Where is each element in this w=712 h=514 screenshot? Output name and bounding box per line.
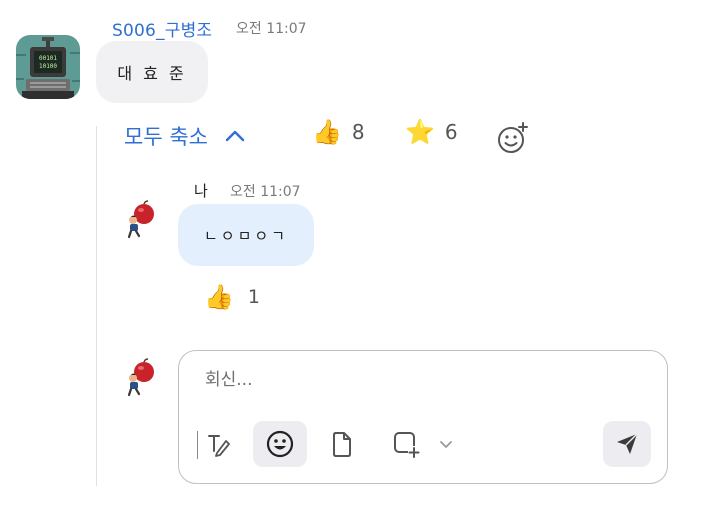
- add-emoji-icon: [498, 122, 528, 153]
- composer-avatar: [120, 358, 160, 398]
- emoji-button[interactable]: [253, 421, 307, 467]
- collapse-all-button[interactable]: 모두 축소: [124, 121, 246, 151]
- reply-sender-name: 나: [194, 182, 208, 200]
- message-bubble[interactable]: 대 효 준: [96, 41, 208, 103]
- thumbs-up-icon: 👍: [312, 118, 342, 146]
- emoji-icon: [266, 430, 294, 458]
- svg-text:10100: 10100: [39, 63, 57, 70]
- reaction-count: 8: [351, 120, 365, 144]
- sender-name[interactable]: S006_구병조: [112, 16, 212, 41]
- reply-reaction-thumbs-up[interactable]: 👍 1: [204, 285, 260, 309]
- screenshot-add-icon: [394, 432, 420, 458]
- reaction-star[interactable]: ⭐ 6: [405, 120, 458, 144]
- message-text: 대 효 준: [117, 64, 187, 83]
- chevron-up-icon: [225, 130, 245, 142]
- reaction-thumbs-up[interactable]: 👍 8: [312, 120, 365, 144]
- reply-input[interactable]: [205, 365, 635, 395]
- send-icon: [617, 433, 638, 454]
- reaction-count: 6: [444, 120, 458, 144]
- file-icon: [333, 432, 351, 457]
- format-text-button[interactable]: [191, 421, 245, 467]
- screenshot-button[interactable]: [379, 421, 433, 467]
- svg-text:00101: 00101: [39, 55, 57, 62]
- thumbs-up-icon: 👍: [204, 283, 234, 311]
- collapse-all-label: 모두 축소: [124, 125, 208, 149]
- reply-text: ㄴㅇㅁㅇㄱ: [203, 226, 288, 245]
- message-timestamp: 오전 11:07: [236, 21, 307, 37]
- reply-timestamp: 오전 11:07: [230, 184, 301, 200]
- send-button[interactable]: [603, 421, 651, 467]
- attach-file-button[interactable]: [315, 421, 369, 467]
- sender-avatar[interactable]: 00101 10100: [16, 35, 80, 99]
- reply-composer: [178, 350, 668, 484]
- reaction-count: 1: [247, 286, 260, 308]
- reply-bubble[interactable]: ㄴㅇㅁㅇㄱ: [178, 204, 314, 266]
- reply-avatar[interactable]: [120, 200, 160, 240]
- add-reaction-button[interactable]: [496, 121, 530, 155]
- chevron-down-icon: [440, 441, 452, 448]
- thread-divider: [96, 126, 97, 486]
- text-format-icon: [208, 435, 230, 457]
- more-options-dropdown[interactable]: [431, 421, 461, 467]
- star-icon: ⭐: [405, 118, 435, 146]
- chat-thread: 00101 10100 S006_구병조 오전 11:07 대 효 준 모두 축…: [0, 0, 712, 514]
